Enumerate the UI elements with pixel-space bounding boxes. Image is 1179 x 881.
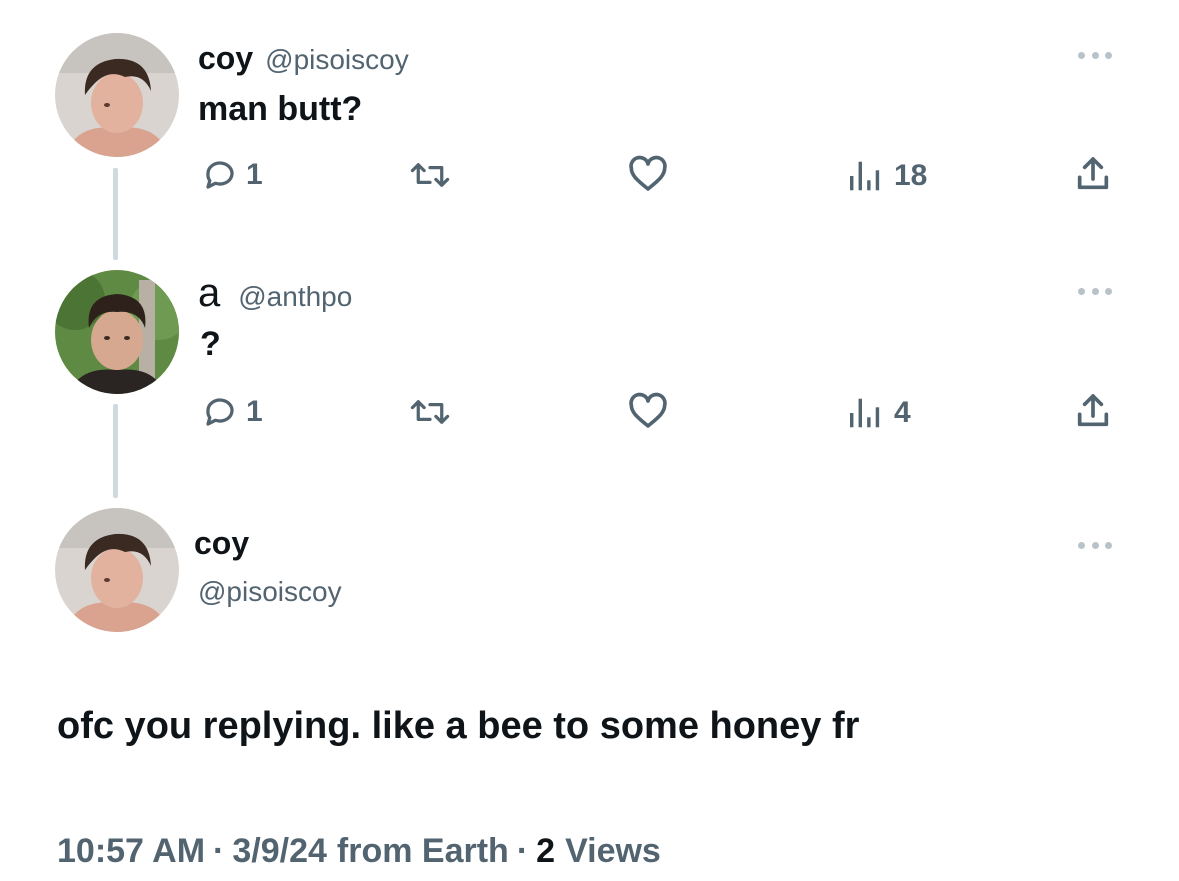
display-name[interactable]: a [198,273,220,313]
like-icon [629,392,667,428]
like-button[interactable] [628,392,668,430]
retweet-button[interactable] [408,394,452,430]
share-button[interactable] [1073,154,1113,194]
reply-button[interactable]: 1 [202,394,263,430]
retweet-button[interactable] [408,157,452,193]
reply-button[interactable]: 1 [202,157,263,193]
tweet-source: from Earth [336,832,509,870]
display-name[interactable]: coy [198,42,253,74]
tweet-text: ? [200,325,221,363]
display-name[interactable]: coy [194,527,249,559]
more-icon[interactable] [1078,50,1112,60]
share-button[interactable] [1073,391,1113,431]
username[interactable]: @pisoiscoy [198,578,342,606]
retweet-icon [410,400,450,424]
like-icon [629,155,667,191]
thread-connector [113,168,118,260]
reply-icon [206,398,234,426]
tweet-meta: 10:57 AM · 3/9/24 from Earth · 2 Views [57,834,661,868]
reply-count: 1 [246,158,263,191]
more-icon[interactable] [1078,286,1112,296]
reply-count: 1 [246,395,263,428]
views-count: 4 [894,396,911,429]
views-icon [850,398,880,428]
retweet-icon [410,163,450,187]
reply-icon [206,161,234,189]
like-button[interactable] [628,155,668,193]
more-icon[interactable] [1078,540,1112,550]
separator: · [213,832,225,870]
views-count: 18 [894,159,928,192]
views-button[interactable]: 18 [846,158,927,194]
avatar[interactable] [55,33,179,157]
views-count: 2 [536,832,556,870]
tweet-text: man butt? [198,90,363,128]
tweet-header: a @anthpo [198,273,352,313]
views-icon [850,161,880,191]
separator: · [516,832,529,870]
thread-connector [113,404,118,498]
tweet-time[interactable]: 10:57 AM [57,834,205,868]
share-icon [1077,394,1109,427]
avatar[interactable] [55,508,179,632]
avatar[interactable] [55,270,179,394]
username[interactable]: @anthpo [238,283,352,311]
views-button[interactable]: 4 [846,395,911,431]
tweet-text: ofc you replying. like a bee to some hon… [57,705,860,747]
views-label[interactable]: Views [565,834,661,868]
username[interactable]: @pisoiscoy [265,46,409,74]
share-icon [1077,157,1109,190]
tweet-header: coy @pisoiscoy [198,42,409,74]
tweet-date[interactable]: 3/9/24 [232,834,327,868]
